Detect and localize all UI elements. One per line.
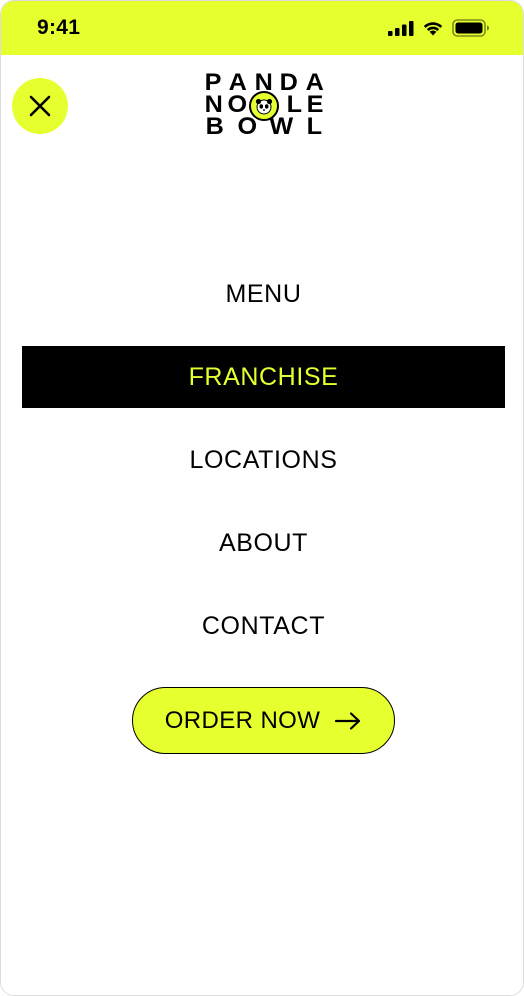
close-icon [29,95,51,117]
nav-item-franchise[interactable]: FRANCHISE [22,346,505,408]
status-icons [388,19,490,37]
cellular-signal-icon [388,21,414,36]
close-menu-button[interactable] [12,78,68,134]
panda-badge-icon [249,91,279,121]
status-bar: 9:41 [1,1,523,55]
nav-item-menu[interactable]: MENU [22,263,505,325]
nav-item-locations[interactable]: LOCATIONS [22,429,505,491]
nav-item-about[interactable]: ABOUT [22,512,505,574]
nav-item-contact[interactable]: CONTACT [22,595,505,657]
arrow-right-icon [335,711,361,730]
order-now-label: ORDER NOW [164,706,321,734]
phone-screen: 9:41 P A N D A N O L E B O W L MENU FRAN… [0,0,524,996]
order-now-button[interactable]: ORDER NOW [132,687,395,754]
status-time: 9:41 [37,16,81,39]
brand-logo[interactable]: P A N D A N O L E B O W L [205,71,324,139]
wifi-icon [423,22,443,36]
battery-icon [452,19,489,37]
